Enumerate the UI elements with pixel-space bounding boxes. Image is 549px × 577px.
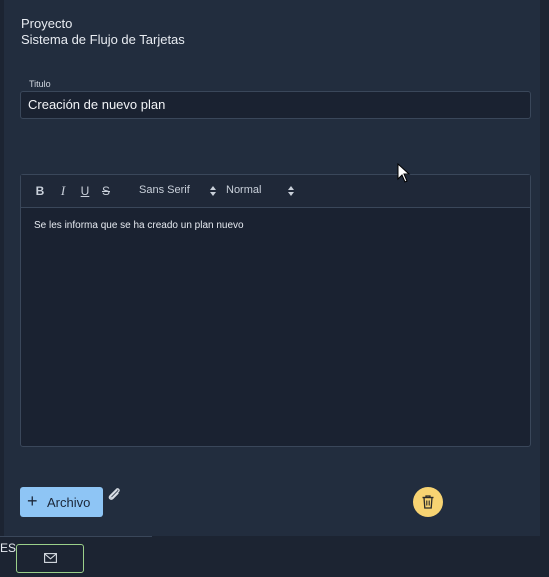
font-size-value: Normal (226, 184, 262, 196)
language-indicator[interactable]: ES (0, 541, 16, 555)
select-arrows-icon (288, 186, 294, 196)
add-file-label: Archivo (47, 495, 91, 510)
footer-divider (0, 536, 152, 537)
editor-content[interactable]: Se les informa que se ha creado un plan … (34, 220, 244, 231)
mail-button[interactable] (16, 544, 84, 573)
underline-button[interactable]: U (78, 184, 92, 198)
rich-text-editor[interactable]: B I U S Sans Serif Normal Se les informa… (20, 174, 531, 447)
project-name: Sistema de Flujo de Tarjetas (21, 32, 185, 47)
mouse-pointer-icon (397, 163, 411, 183)
add-file-button[interactable]: + Archivo (20, 487, 103, 517)
envelope-icon (44, 553, 57, 563)
plus-icon: + (27, 491, 38, 511)
card-form-panel: Proyecto Sistema de Flujo de Tarjetas Ti… (4, 0, 540, 536)
bold-button[interactable]: B (33, 184, 47, 198)
trash-icon (422, 495, 434, 509)
editor-toolbar: B I U S Sans Serif Normal (21, 175, 530, 208)
strikethrough-button[interactable]: S (99, 184, 113, 198)
select-arrows-icon (210, 186, 216, 196)
title-label: Titulo (29, 79, 51, 89)
font-size-select[interactable]: Normal (226, 184, 298, 196)
project-label: Proyecto (21, 16, 73, 31)
font-family-select[interactable]: Sans Serif (139, 184, 219, 196)
font-family-value: Sans Serif (139, 184, 190, 196)
title-input[interactable]: Creación de nuevo plan (20, 91, 531, 119)
delete-button[interactable] (413, 487, 443, 517)
paperclip-icon[interactable] (106, 486, 122, 502)
italic-button[interactable]: I (56, 184, 70, 198)
